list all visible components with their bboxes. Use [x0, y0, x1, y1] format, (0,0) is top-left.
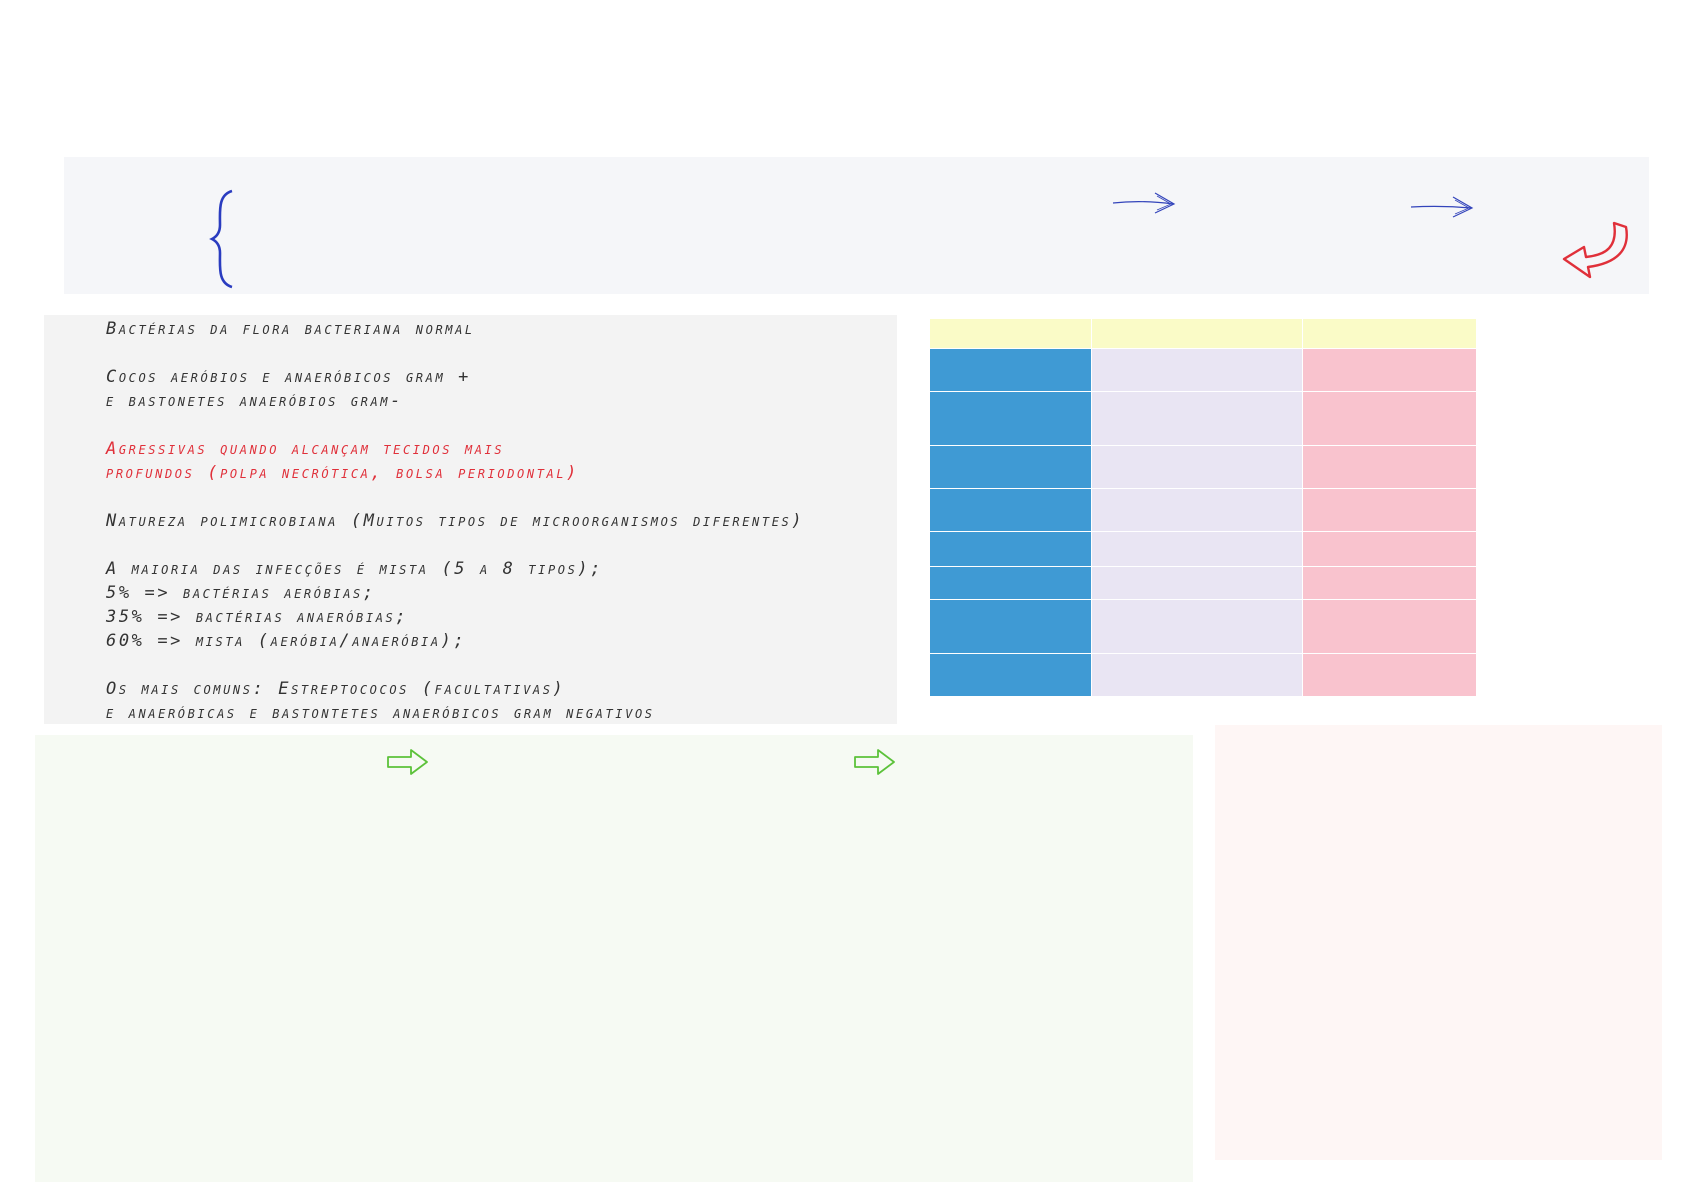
table-cell	[929, 391, 1092, 446]
table-cell	[929, 488, 1092, 532]
table-row	[929, 445, 1477, 489]
table-cell	[1091, 445, 1303, 489]
table-row	[929, 599, 1477, 654]
table-cell	[929, 566, 1092, 600]
table-row	[929, 566, 1477, 600]
table-row	[929, 531, 1477, 567]
note-line: A maioria das infecções é mista (5 a 8 t…	[106, 559, 604, 579]
table-cell	[929, 531, 1092, 567]
note-line: 60% => mista (aeróbia/anaeróbia);	[106, 631, 467, 651]
table-cell	[1302, 531, 1477, 567]
table-cell	[929, 348, 1092, 392]
note-line: 35% => bactérias anaeróbias;	[106, 607, 409, 627]
note-line-highlight: profundos (polpa necrótica, bolsa period…	[106, 463, 580, 483]
table-cell	[1302, 653, 1477, 697]
table-cell	[1091, 599, 1303, 654]
table-cell	[929, 653, 1092, 697]
note-line: Os mais comuns: Estreptococos (facultati…	[106, 679, 566, 699]
note-line: e anaeróbicas e bastontetes anaeróbicos …	[106, 703, 655, 723]
notes-panel: Bactérias da flora bacteriana normal Coc…	[44, 315, 897, 724]
table-row	[929, 653, 1477, 697]
table-cell	[929, 445, 1092, 489]
brace-icon	[209, 189, 233, 289]
outline-arrow-icon	[387, 749, 428, 775]
table-cell	[1091, 488, 1303, 532]
table-row	[929, 488, 1477, 532]
table-row	[929, 391, 1477, 446]
color-table	[929, 318, 1477, 697]
note-line: Natureza polimicrobiana (Muitos tipos de…	[106, 511, 805, 531]
top-banner	[64, 157, 1649, 294]
curved-arrow-icon	[1562, 221, 1628, 279]
table-row	[929, 348, 1477, 392]
table-header-cell	[929, 318, 1092, 349]
table-cell	[1302, 566, 1477, 600]
table-cell	[1302, 445, 1477, 489]
table-cell	[1302, 348, 1477, 392]
table-cell	[1091, 531, 1303, 567]
table-cell	[1302, 488, 1477, 532]
table-header-row	[929, 318, 1477, 349]
pink-panel	[1215, 725, 1662, 1160]
note-line: e bastonetes anaeróbios gram-	[106, 391, 403, 411]
table-cell	[1091, 653, 1303, 697]
note-title: Bactérias da flora bacteriana normal	[106, 319, 475, 339]
outline-arrow-icon	[854, 749, 895, 775]
note-line: Cocos aeróbios e anaeróbicos gram +	[106, 367, 471, 387]
table-cell	[1302, 599, 1477, 654]
green-panel	[35, 735, 1193, 1182]
table-cell	[1091, 391, 1303, 446]
note-line: 5% => bactérias aeróbias;	[106, 583, 376, 603]
note-line-highlight: Agressivas quando alcançam tecidos mais	[106, 439, 505, 459]
table-header-cell	[1091, 318, 1303, 349]
table-header-cell	[1302, 318, 1477, 349]
table-cell	[1091, 348, 1303, 392]
table-cell	[1302, 391, 1477, 446]
arrow-right-icon	[1112, 192, 1176, 214]
table-cell	[1091, 566, 1303, 600]
table-cell	[929, 599, 1092, 654]
arrow-right-icon	[1410, 196, 1474, 218]
